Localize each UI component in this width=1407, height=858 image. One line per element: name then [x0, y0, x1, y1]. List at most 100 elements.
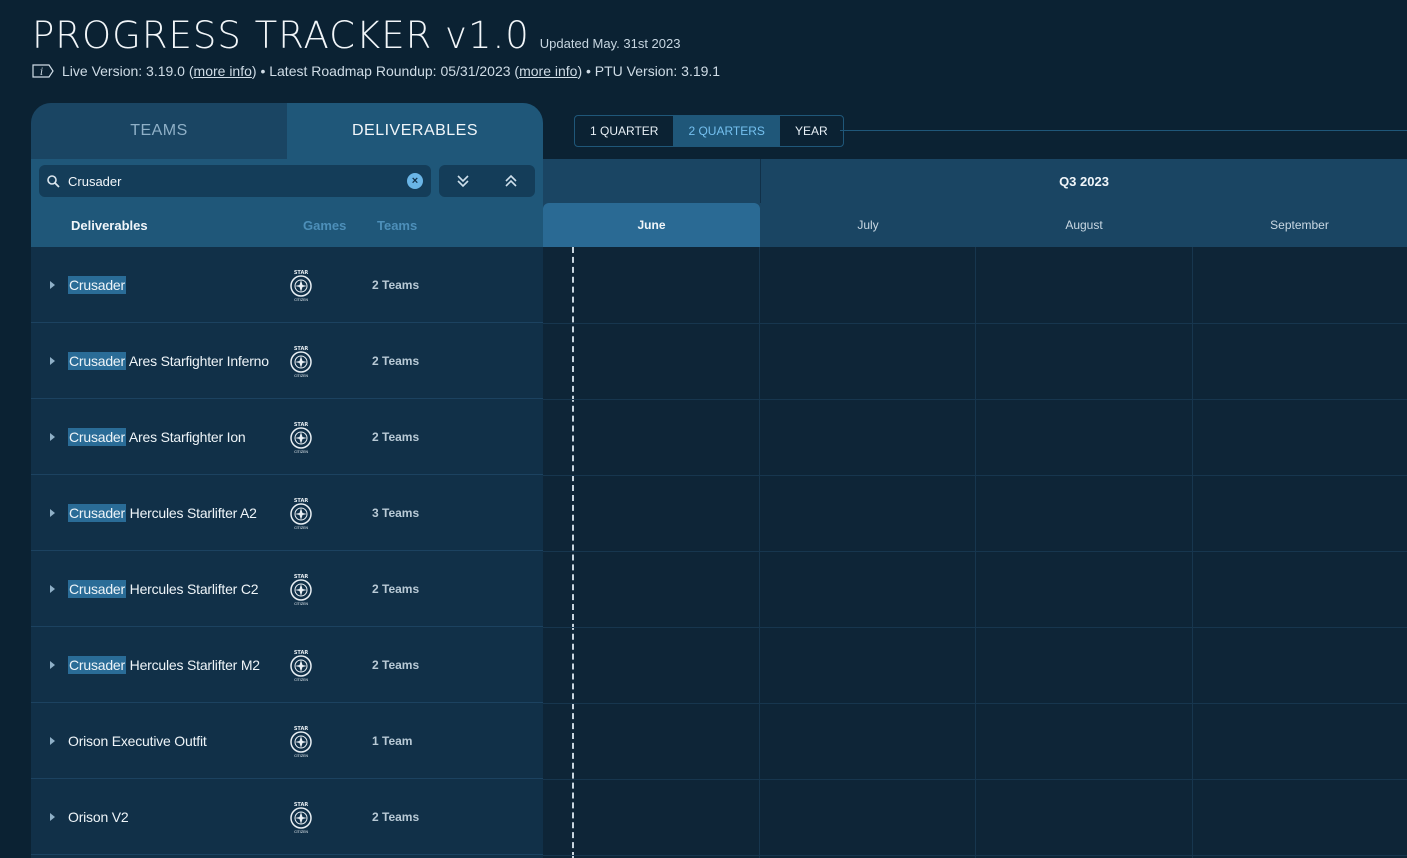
team-count: 2 Teams [372, 809, 420, 824]
deliverable-row[interactable]: Crusader Ares Starfighter Inferno STAR CIT… [31, 323, 543, 399]
page-header: PROGRESS TRACKER v1.0 Updated May. 31st … [32, 14, 720, 79]
panel-tabs: TEAMS DELIVERABLES [31, 103, 543, 159]
deliverable-name: Crusader Hercules Starlifter M2 [68, 655, 260, 674]
expand-all-icon[interactable] [456, 174, 470, 188]
page-title: PROGRESS TRACKER v1.0 [32, 14, 530, 57]
deliverable-row[interactable]: Crusader Ares Starfighter Ion STAR CITIZEN… [31, 399, 543, 475]
star-citizen-logo-icon: STAR CITIZEN [287, 420, 315, 454]
info-icon: i [32, 64, 54, 78]
deliverable-name-rest: Ares Starfighter Inferno [125, 352, 269, 369]
deliverable-name-rest: Ares Starfighter Ion [125, 428, 246, 445]
tab-teams[interactable]: TEAMS [31, 103, 287, 159]
range-divider [840, 130, 1407, 131]
svg-text:STAR: STAR [294, 346, 308, 352]
month-august: August [1065, 218, 1103, 232]
search-input[interactable] [68, 173, 388, 189]
team-count: 2 Teams [372, 353, 420, 368]
more-info-link-live[interactable]: more info [194, 63, 252, 79]
search-highlight: Crusader [68, 579, 126, 598]
timeline-header: Q3 2023 June July August September [543, 159, 1407, 247]
range-year[interactable]: YEAR [780, 116, 843, 146]
expand-caret-icon[interactable] [50, 584, 55, 593]
expand-caret-icon[interactable] [50, 432, 55, 441]
column-deliverables[interactable]: Deliverables [71, 218, 303, 233]
grid-row-line [543, 627, 1407, 628]
deliverable-name: Crusader [68, 275, 126, 294]
star-citizen-logo-icon: STAR CITIZEN [287, 496, 315, 530]
star-citizen-logo-icon: STAR CITIZEN [287, 724, 315, 758]
grid-row-line [543, 779, 1407, 780]
team-count: 1 Team [372, 733, 413, 748]
range-2-quarters[interactable]: 2 QUARTERS [673, 116, 780, 146]
expand-caret-icon[interactable] [50, 280, 55, 289]
ptu-version-text: ) • PTU Version: 3.19.1 [577, 63, 721, 79]
team-count: 2 Teams [372, 657, 420, 672]
grid-row-line [543, 399, 1407, 400]
deliverable-row[interactable]: Crusader Hercules Starlifter A2 STAR CITIZ… [31, 475, 543, 551]
updated-date: Updated May. 31st 2023 [539, 36, 681, 51]
expand-caret-icon[interactable] [50, 660, 55, 669]
star-citizen-logo-icon: STAR CITIZEN [287, 268, 315, 302]
deliverables-panel: TEAMS DELIVERABLES × Deliverables Games … [31, 103, 543, 858]
expand-collapse-group [439, 165, 535, 197]
team-count: 2 Teams [372, 429, 420, 444]
deliverable-row[interactable]: Crusader Hercules Starlifter C2 STAR CITIZ… [31, 551, 543, 627]
deliverable-name: Orison Executive Outfit [68, 733, 207, 749]
star-citizen-logo-icon: STAR CITIZEN [287, 344, 315, 378]
deliverable-name: Orison V2 [68, 808, 129, 825]
timeline-grid [543, 247, 1407, 858]
column-teams[interactable]: Teams [377, 218, 417, 233]
grid-row-line [543, 323, 1407, 324]
clear-search-button[interactable]: × [407, 173, 423, 189]
svg-text:STAR: STAR [294, 650, 308, 656]
svg-text:STAR: STAR [294, 498, 308, 504]
expand-caret-icon[interactable] [50, 356, 55, 365]
deliverable-row[interactable]: Crusader STAR CITIZEN 2 Teams [31, 247, 543, 323]
svg-text:i: i [40, 67, 43, 78]
roadmap-text: ) • Latest Roadmap Roundup: 05/31/2023 ( [251, 63, 520, 79]
star-citizen-logo-icon: STAR CITIZEN [287, 800, 315, 834]
svg-text:STAR: STAR [294, 270, 308, 276]
deliverable-name-rest: Hercules Starlifter C2 [125, 580, 259, 597]
deliverable-name: Crusader Ares Starfighter Ion [68, 427, 246, 446]
svg-text:CITIZEN: CITIZEN [294, 450, 308, 454]
month-september: September [1270, 218, 1329, 232]
search-highlight: Crusader [68, 351, 126, 370]
more-info-link-roadmap[interactable]: more info [519, 63, 577, 79]
star-citizen-logo-icon: STAR CITIZEN [287, 648, 315, 682]
svg-text:CITIZEN: CITIZEN [294, 298, 308, 302]
collapse-all-icon[interactable] [504, 174, 518, 188]
tab-deliverables[interactable]: DELIVERABLES [287, 103, 543, 159]
svg-text:CITIZEN: CITIZEN [294, 526, 308, 530]
grid-line [759, 247, 760, 858]
search-bar: × [31, 159, 543, 203]
deliverable-row[interactable]: Crusader Hercules Starlifter M2 STAR CITIZ… [31, 627, 543, 703]
grid-row-line [543, 551, 1407, 552]
grid-line [975, 247, 976, 858]
grid-row-line [543, 475, 1407, 476]
today-marker [572, 247, 574, 858]
expand-caret-icon[interactable] [50, 812, 55, 821]
deliverable-row[interactable]: Orison Executive Outfit STAR CITIZEN 1 Team [31, 703, 543, 779]
live-version-text: Live Version: 3.19.0 ( [62, 63, 194, 79]
deliverable-row[interactable]: Orison V2 STAR CITIZEN 2 Teams [31, 779, 543, 855]
team-count: 3 Teams [372, 505, 420, 520]
expand-caret-icon[interactable] [50, 736, 55, 745]
expand-caret-icon[interactable] [50, 508, 55, 517]
svg-text:CITIZEN: CITIZEN [294, 830, 308, 834]
search-highlight: Crusader [68, 275, 126, 294]
column-headers: Deliverables Games Teams [31, 203, 543, 247]
deliverable-name: Crusader Hercules Starlifter A2 [68, 503, 257, 522]
search-box: × [39, 165, 431, 197]
deliverable-name-rest: Orison V2 [68, 808, 129, 825]
deliverables-list: Crusader STAR CITIZEN 2 Teams Crusader Ares … [31, 247, 543, 855]
svg-text:STAR: STAR [294, 802, 308, 808]
svg-text:STAR: STAR [294, 726, 308, 732]
range-1-quarter[interactable]: 1 QUARTER [575, 116, 673, 146]
search-highlight: Crusader [68, 655, 126, 674]
deliverable-name-rest: Hercules Starlifter M2 [125, 656, 260, 673]
quarter-label: Q3 2023 [760, 159, 1407, 203]
svg-text:STAR: STAR [294, 422, 308, 428]
search-icon [47, 174, 60, 188]
column-games[interactable]: Games [303, 218, 377, 233]
